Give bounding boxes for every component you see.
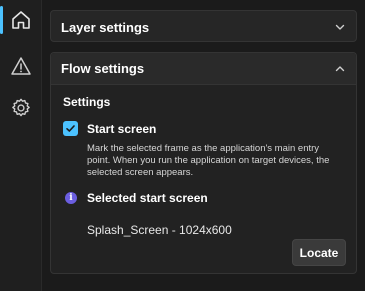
start-screen-description: Mark the selected frame as the applicati… bbox=[87, 143, 330, 178]
gear-icon bbox=[10, 97, 32, 119]
rail-warnings-button[interactable] bbox=[0, 47, 42, 85]
selected-start-screen-label: Selected start screen bbox=[87, 191, 208, 205]
layer-settings-panel: Layer settings bbox=[50, 10, 357, 42]
flow-settings-header[interactable]: Flow settings bbox=[51, 53, 356, 85]
flow-settings-panel: Flow settings Settings Start screen Mark… bbox=[50, 52, 357, 274]
chevron-up-icon bbox=[334, 63, 346, 75]
start-screen-row: Start screen bbox=[63, 121, 344, 136]
settings-section-title: Settings bbox=[63, 95, 111, 109]
rail-settings-button[interactable] bbox=[0, 89, 42, 127]
chevron-down-icon bbox=[334, 21, 346, 33]
selected-start-screen-value: Splash_Screen - 1024x600 bbox=[87, 223, 232, 237]
locate-button[interactable]: Locate bbox=[292, 239, 346, 266]
info-icon: i bbox=[65, 192, 77, 204]
layer-settings-title: Layer settings bbox=[61, 19, 150, 35]
side-rail bbox=[0, 0, 42, 291]
properties-pane: Layer settings Flow settings Settings St… bbox=[42, 0, 365, 291]
rail-home-button[interactable] bbox=[0, 1, 42, 39]
home-icon bbox=[10, 9, 32, 31]
check-icon bbox=[66, 125, 75, 132]
start-screen-checkbox[interactable] bbox=[63, 121, 78, 136]
start-screen-label: Start screen bbox=[87, 121, 157, 136]
flow-settings-title: Flow settings bbox=[61, 61, 145, 76]
layer-settings-header[interactable]: Layer settings bbox=[51, 11, 356, 43]
selected-start-screen-row: i Selected start screen bbox=[63, 191, 344, 205]
warning-icon bbox=[10, 55, 32, 77]
app-window: Layer settings Flow settings Settings St… bbox=[0, 0, 365, 291]
flow-settings-body: Settings Start screen Mark the selected … bbox=[51, 85, 356, 273]
